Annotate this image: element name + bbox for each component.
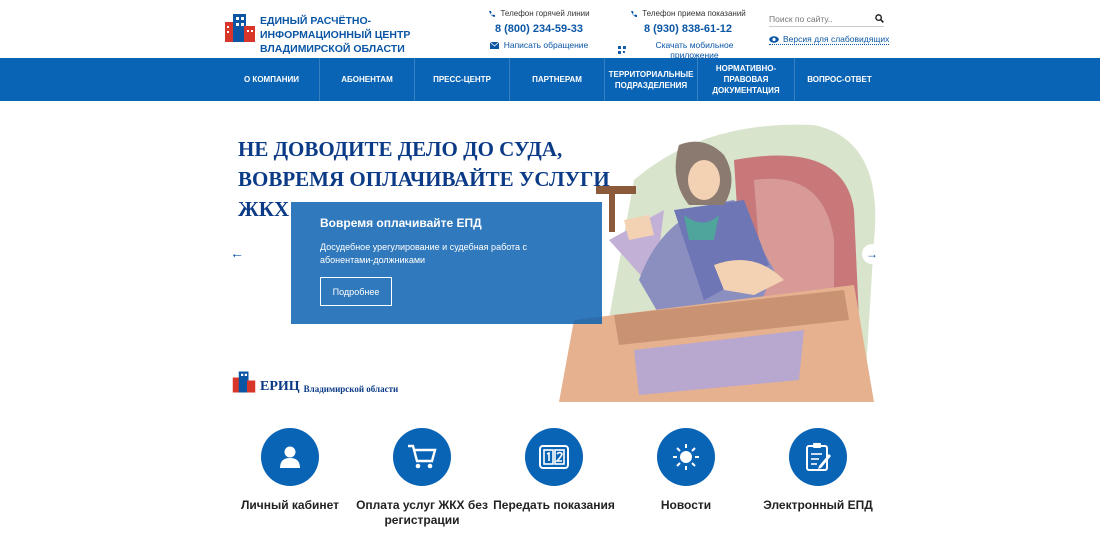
download-app-label: Скачать мобильное приложение bbox=[655, 40, 734, 60]
search-icon[interactable] bbox=[875, 14, 884, 23]
phone-icon bbox=[489, 10, 496, 17]
nav-item-partners[interactable]: ПАРТНЕРАМ bbox=[509, 58, 604, 101]
header: ЕДИНЫЙ РАСЧЁТНО-ИНФОРМАЦИОННЫЙ ЦЕНТР ВЛА… bbox=[0, 0, 1100, 60]
readings-label: Телефон приема показаний bbox=[642, 9, 746, 18]
slide-card: Вовремя оплачивайте ЕПД Досудебное урегу… bbox=[291, 202, 602, 324]
low-vision-link[interactable]: Версия для слабовидящих bbox=[769, 34, 890, 45]
service-label: Электронный ЕПД bbox=[763, 498, 873, 512]
nav-item-about[interactable]: О КОМПАНИИ bbox=[224, 58, 319, 101]
main-nav: О КОМПАНИИ АБОНЕНТАМ ПРЕСС-ЦЕНТР ПАРТНЕР… bbox=[0, 58, 1100, 101]
low-vision-label: Версия для слабовидящих bbox=[783, 34, 890, 44]
hotline-contact: Телефон горячей линии 8 (800) 234-59-33 … bbox=[484, 9, 594, 50]
page: ЕДИНЫЙ РАСЧЁТНО-ИНФОРМАЦИОННЫЙ ЦЕНТР ВЛА… bbox=[0, 0, 1100, 543]
logo-icon[interactable] bbox=[224, 12, 256, 44]
hotline-label: Телефон горячей линии bbox=[500, 9, 590, 18]
write-appeal-link[interactable]: Написать обращение bbox=[484, 40, 594, 50]
write-appeal-label: Написать обращение bbox=[503, 40, 589, 50]
nav-item-press[interactable]: ПРЕСС-ЦЕНТР bbox=[414, 58, 509, 101]
service-label: Оплата услуг ЖКХ без регистрации bbox=[356, 498, 488, 527]
envelope-icon bbox=[489, 41, 499, 49]
search-box bbox=[769, 11, 884, 27]
download-app-link[interactable]: Скачать мобильное приложение bbox=[618, 40, 758, 60]
eye-icon bbox=[769, 35, 779, 43]
nav-item-regulatory[interactable]: НОРМАТИВНО-ПРАВОВАЯ ДОКУМЕНТАЦИЯ bbox=[697, 58, 794, 101]
logo-icon bbox=[232, 371, 256, 393]
eric-brand: ЕРИЦ Владимирской области bbox=[232, 370, 398, 394]
service-label: Новости bbox=[660, 498, 712, 512]
nav-item-subscribers[interactable]: АБОНЕНТАМ bbox=[319, 58, 414, 101]
hotline-number[interactable]: 8 (800) 234-59-33 bbox=[484, 23, 594, 35]
meter-icon bbox=[539, 445, 569, 469]
brand-name: ЕРИЦ bbox=[260, 379, 300, 394]
clipboard-icon bbox=[806, 443, 831, 471]
next-slide-arrow-icon[interactable]: → bbox=[862, 244, 882, 264]
slide-title: Вовремя оплачивайте ЕПД bbox=[320, 216, 482, 230]
service-meter-readings[interactable]: Передать показания bbox=[488, 428, 620, 543]
services: Личный кабинет Оплата услуг ЖКХ без реги… bbox=[224, 428, 884, 543]
qr-icon bbox=[618, 46, 626, 54]
brand-region: Владимирской области bbox=[303, 384, 399, 394]
org-name[interactable]: ЕДИНЫЙ РАСЧЁТНО-ИНФОРМАЦИОННЫЙ ЦЕНТР ВЛА… bbox=[260, 14, 480, 56]
hero-slider: НЕ ДОВОДИТЕ ДЕЛО ДО СУДА, ВОВРЕМЯ ОПЛАЧИ… bbox=[224, 120, 884, 402]
readings-number[interactable]: 8 (930) 838-61-12 bbox=[618, 23, 758, 35]
service-personal-account[interactable]: Личный кабинет bbox=[224, 428, 356, 543]
slide-description: Досудебное урегулирование и судебная раб… bbox=[320, 242, 528, 265]
prev-slide-arrow-icon[interactable]: ← bbox=[230, 245, 244, 261]
search-input[interactable] bbox=[769, 13, 864, 24]
service-payment[interactable]: Оплата услуг ЖКХ без регистрации bbox=[356, 428, 488, 543]
readings-contact: Телефон приема показаний 8 (930) 838-61-… bbox=[618, 9, 758, 60]
service-news[interactable]: Новости bbox=[620, 428, 752, 543]
more-button[interactable]: Подробнее bbox=[320, 277, 392, 306]
nav-item-territorial[interactable]: ТЕРРИТОРИАЛЬНЫЕ ПОДРАЗДЕЛЕНИЯ bbox=[604, 58, 697, 101]
cart-icon bbox=[408, 444, 437, 469]
sun-icon bbox=[673, 444, 699, 470]
nav-item-faq[interactable]: ВОПРОС-ОТВЕТ bbox=[794, 58, 884, 101]
service-label: Передать показания bbox=[493, 498, 615, 512]
phone-icon bbox=[631, 10, 638, 17]
service-electronic-epd[interactable]: Электронный ЕПД bbox=[752, 428, 884, 543]
service-label: Личный кабинет bbox=[240, 498, 340, 512]
user-icon bbox=[280, 446, 300, 468]
